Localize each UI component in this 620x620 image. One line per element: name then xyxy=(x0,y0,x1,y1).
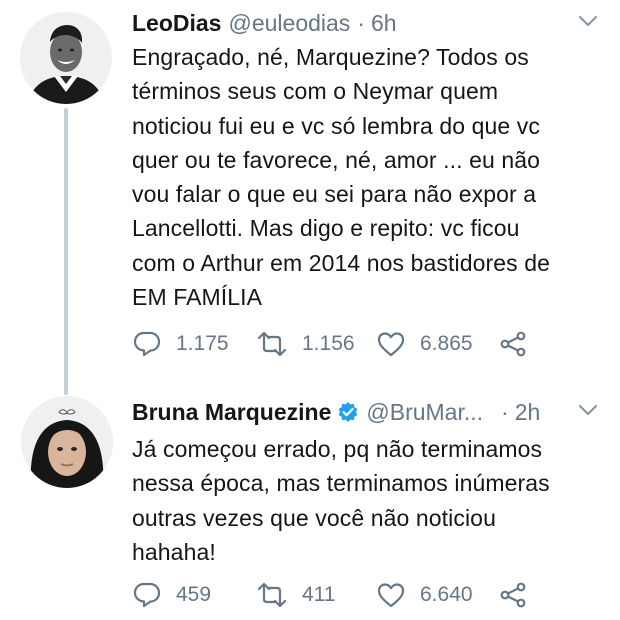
tweet-bruna-marquezine[interactable]: Bruna Marquezine @BruMar... · 2h Já come… xyxy=(0,378,620,620)
reply-count: 459 xyxy=(176,583,212,606)
share-icon xyxy=(498,580,528,610)
tweet-timestamp[interactable]: 2h xyxy=(515,399,541,426)
reply-icon xyxy=(132,329,162,359)
reply-button[interactable]: 459 xyxy=(132,578,211,612)
tweet-timestamp[interactable]: 6h xyxy=(371,10,397,37)
tweet-text-line: EM FAMÍLIA xyxy=(132,284,263,311)
tweet-text: Já começou errado, pq não terminamos nes… xyxy=(132,432,604,569)
retweet-count: 1.156 xyxy=(302,332,355,355)
tweet-text-line: quer ou te favorece, né, amor ... eu não xyxy=(132,146,541,173)
thread-connector-line xyxy=(64,108,68,395)
tweet-text-line: nessa época, mas terminamos inúmeras xyxy=(132,470,550,497)
tweet-text: Engraçado, né, Marquezine? Todos os térm… xyxy=(132,40,604,314)
tweet-text-line: outras vezes que você não noticiou xyxy=(132,504,496,531)
author-handle[interactable]: @BruMar... xyxy=(366,399,483,426)
author-name[interactable]: LeoDias xyxy=(132,10,221,37)
tweet-text-line: términos seus com o Neymar quem xyxy=(132,78,499,105)
verified-badge-icon xyxy=(337,401,359,423)
like-count: 6.640 xyxy=(420,583,473,606)
like-count: 6.865 xyxy=(420,332,473,355)
avatar-bruna-image xyxy=(21,396,113,488)
tweet-text-line: com o Arthur em 2014 nos bastidores de xyxy=(132,249,551,276)
heart-icon xyxy=(376,329,406,359)
like-button[interactable]: 6.640 xyxy=(376,578,473,612)
retweet-button[interactable]: 411 xyxy=(256,578,335,612)
avatar-leodias-image xyxy=(20,12,112,104)
retweet-count: 411 xyxy=(302,583,336,606)
share-icon xyxy=(498,329,528,359)
tweet-text-line: noticiou fui eu e vc só lembra do que vc xyxy=(132,112,541,139)
author-handle[interactable]: @euleodias xyxy=(228,10,350,37)
avatar-leodias[interactable] xyxy=(20,12,112,104)
avatar-bruna-marquezine[interactable] xyxy=(21,396,113,488)
tweet-header: LeoDias @euleodias · 6h xyxy=(132,6,602,40)
reply-icon xyxy=(132,580,162,610)
tweet-actions: 1.175 1.156 6.865 xyxy=(132,327,602,361)
tweet-text-line: Engraçado, né, Marquezine? Todos os xyxy=(132,44,529,70)
tweet-leodias[interactable]: LeoDias @euleodias · 6h Engraçado, né, M… xyxy=(0,0,620,395)
separator-dot: · xyxy=(501,398,509,425)
reply-count: 1.175 xyxy=(176,332,229,355)
heart-icon xyxy=(376,580,406,610)
tweet-text-line: Já começou errado, pq não terminamos xyxy=(132,436,543,462)
retweet-icon xyxy=(256,329,288,359)
reply-button[interactable]: 1.175 xyxy=(132,327,229,361)
like-button[interactable]: 6.865 xyxy=(376,327,473,361)
author-name[interactable]: Bruna Marquezine xyxy=(132,399,331,426)
tweet-header: Bruna Marquezine @BruMar... · 2h xyxy=(132,395,602,429)
share-button[interactable] xyxy=(498,327,528,361)
retweet-icon xyxy=(256,580,288,610)
separator-dot: · xyxy=(357,9,365,36)
chevron-down-icon[interactable] xyxy=(578,14,598,28)
tweet-text-line: Lancellotti. Mas digo e repito: vc ficou xyxy=(132,215,520,242)
tweet-actions: 459 411 6.640 xyxy=(132,578,602,612)
tweet-text-line: hahaha! xyxy=(132,538,216,565)
share-button[interactable] xyxy=(498,578,528,612)
tweet-text-line: vou falar o que eu sei para não expor a xyxy=(132,181,537,208)
retweet-button[interactable]: 1.156 xyxy=(256,327,355,361)
chevron-down-icon[interactable] xyxy=(578,403,598,417)
